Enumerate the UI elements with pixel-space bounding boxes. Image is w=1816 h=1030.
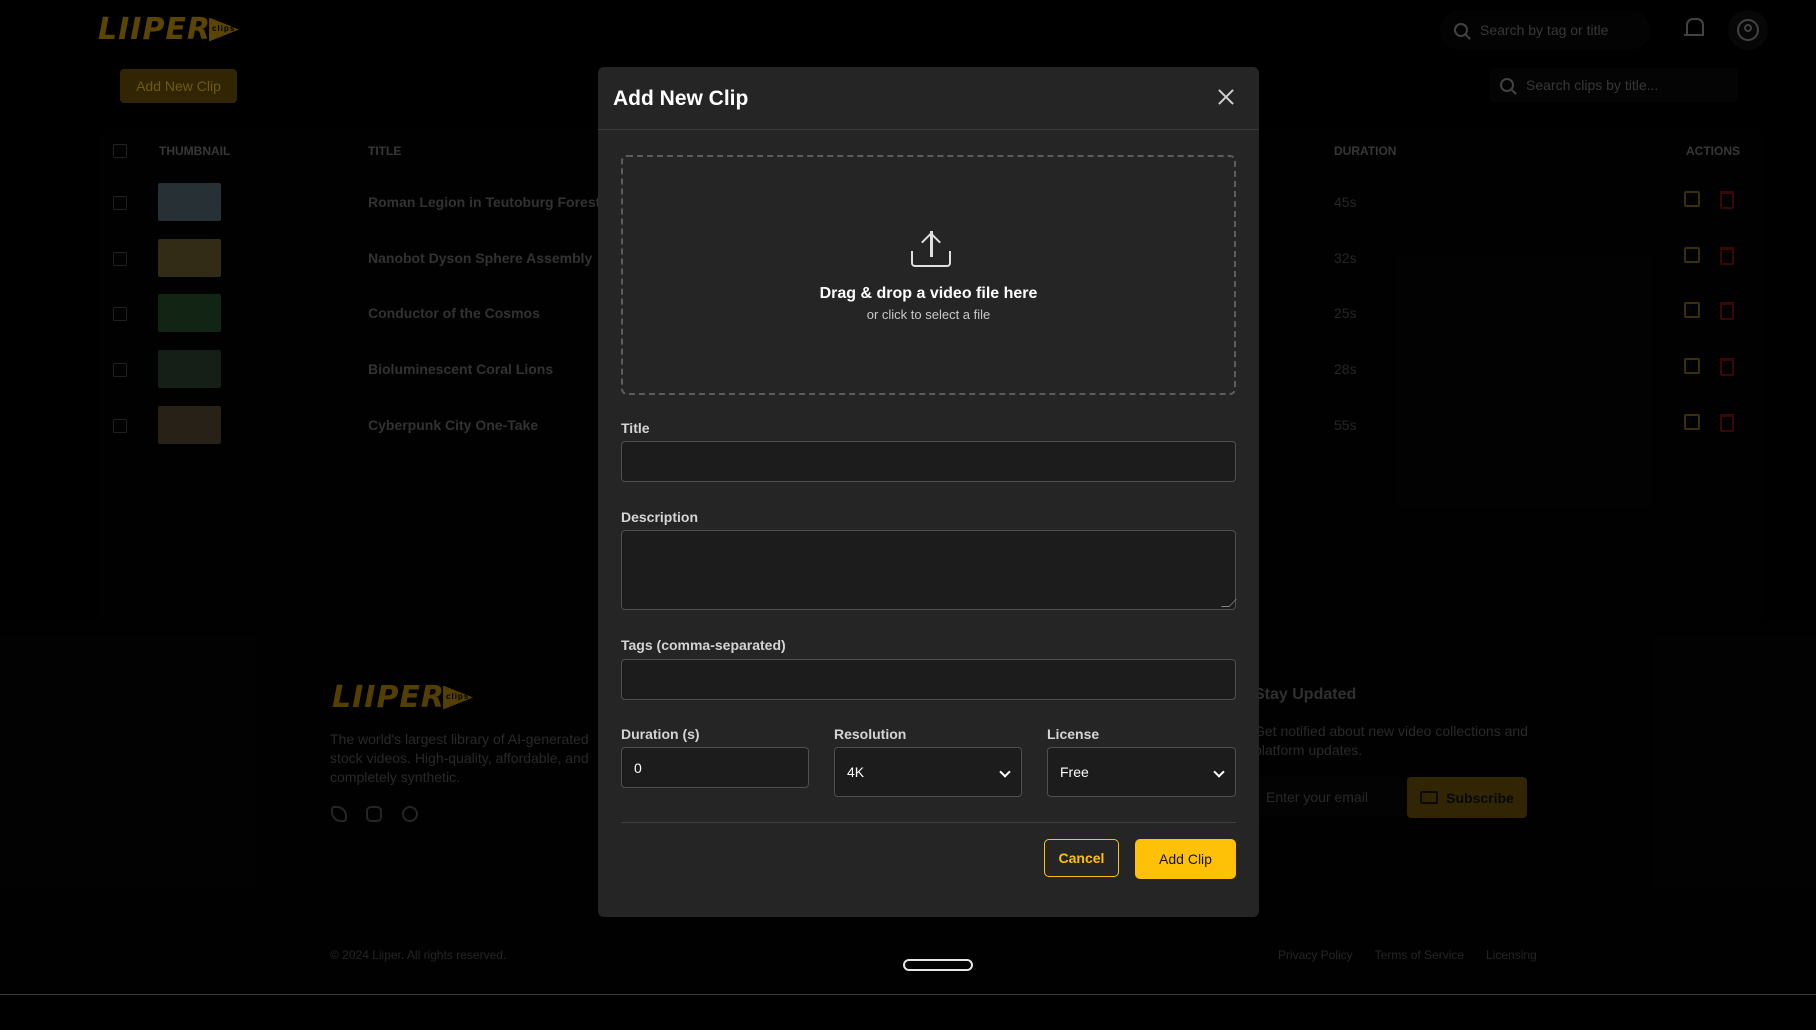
license-value: Free xyxy=(1060,764,1089,780)
modal-footer-divider xyxy=(621,822,1236,823)
description-textarea[interactable] xyxy=(621,530,1237,610)
tags-input[interactable] xyxy=(621,659,1236,700)
resolution-label: Resolution xyxy=(834,726,907,742)
dropzone-title: Drag & drop a video file here xyxy=(819,285,1038,302)
video-dropzone[interactable]: Drag & drop a video file here or click t… xyxy=(621,155,1236,395)
chevron-down-icon xyxy=(999,766,1011,778)
title-label: Title xyxy=(621,420,650,436)
duration-input[interactable]: 0 xyxy=(621,747,809,788)
resolution-select[interactable]: 4K xyxy=(834,747,1022,797)
cancel-button[interactable]: Cancel xyxy=(1044,839,1119,877)
resolution-value: 4K xyxy=(847,764,865,780)
chevron-down-icon xyxy=(1213,766,1225,778)
license-label: License xyxy=(1047,726,1100,742)
modal-title: Add New Clip xyxy=(613,87,749,110)
dropzone-subtitle: or click to select a file xyxy=(866,307,991,322)
tags-label: Tags (comma-separated) xyxy=(621,637,786,653)
close-icon[interactable] xyxy=(1217,88,1235,106)
title-input[interactable] xyxy=(621,441,1236,482)
description-label: Description xyxy=(621,509,699,525)
scroll-indicator xyxy=(903,959,973,971)
modal-header: Add New Clip xyxy=(598,67,1259,130)
add-clip-submit-button[interactable]: Add Clip xyxy=(1135,839,1236,879)
duration-label: Duration (s) xyxy=(621,726,700,742)
resize-handle[interactable] xyxy=(1221,599,1237,607)
license-select[interactable]: Free xyxy=(1047,747,1236,797)
upload-icon xyxy=(911,229,951,269)
add-clip-modal: Add New Clip Drag & drop a video file he… xyxy=(598,67,1259,917)
